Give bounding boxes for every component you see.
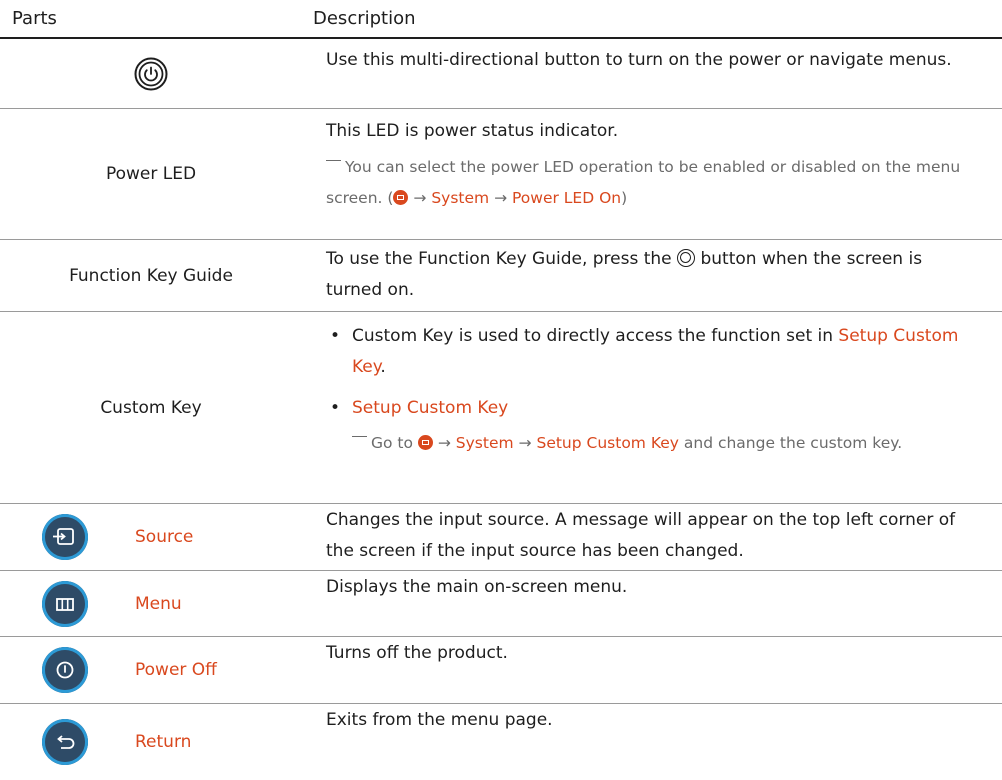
- power-led-label: Power LED: [105, 164, 197, 184]
- table-row-source: Source Changes the input source. A messa…: [0, 504, 1002, 571]
- menu-icon: [42, 580, 88, 627]
- menu-icon: [393, 190, 409, 205]
- return-icon: [42, 719, 88, 765]
- table-row-custom-key: Custom Key • Custom Key is used to direc…: [0, 312, 1002, 504]
- table-header: Parts Description: [0, 0, 1002, 39]
- power-off-description: Turns off the product.: [326, 643, 508, 663]
- table-row-function-key-guide: Function Key Guide To use the Function K…: [0, 240, 1002, 312]
- power-off-icon: [42, 647, 88, 693]
- description-header: Description: [313, 8, 416, 29]
- function-key-guide-description: To use the Function Key Guide, press the…: [326, 249, 923, 300]
- menu-label: Menu: [135, 593, 182, 614]
- table-row-return: Return Exits from the menu page.: [0, 704, 1002, 780]
- return-description: Exits from the menu page.: [326, 710, 553, 730]
- custom-key-label: Custom Key: [100, 397, 202, 418]
- custom-key-bullet-1: • Custom Key is used to directly access …: [330, 326, 959, 377]
- power-off-label: Power Off: [135, 660, 217, 680]
- function-key-guide-label: Function Key Guide: [69, 265, 233, 286]
- table-row-power-led: Power LED This LED is power status indic…: [0, 109, 1002, 240]
- menu-icon: [417, 435, 433, 450]
- menu-description: Displays the main on-screen menu.: [326, 577, 628, 597]
- power-button-icon: [134, 57, 168, 90]
- source-label: Source: [135, 527, 194, 547]
- source-icon: [42, 514, 88, 560]
- table-row-joystick: Use this multi-directional button to tur…: [0, 39, 1002, 109]
- table-row-menu: Menu Displays the main on-screen menu.: [0, 571, 1002, 637]
- source-description: Changes the input source. A message will…: [326, 510, 956, 561]
- power-button-icon: [677, 249, 696, 267]
- custom-key-note: Go to → System → Setup Custom Key and ch…: [326, 428, 966, 459]
- joystick-description: Use this multi-directional button to tur…: [326, 50, 952, 70]
- return-label: Return: [135, 732, 192, 752]
- power-led-note: You can select the power LED operation t…: [326, 158, 961, 207]
- power-led-description: This LED is power status indicator.: [326, 121, 619, 141]
- custom-key-bullet-2: • Setup Custom Key: [330, 398, 509, 418]
- table-row-power-off: Power Off Turns off the product.: [0, 637, 1002, 704]
- parts-header: Parts: [12, 8, 57, 29]
